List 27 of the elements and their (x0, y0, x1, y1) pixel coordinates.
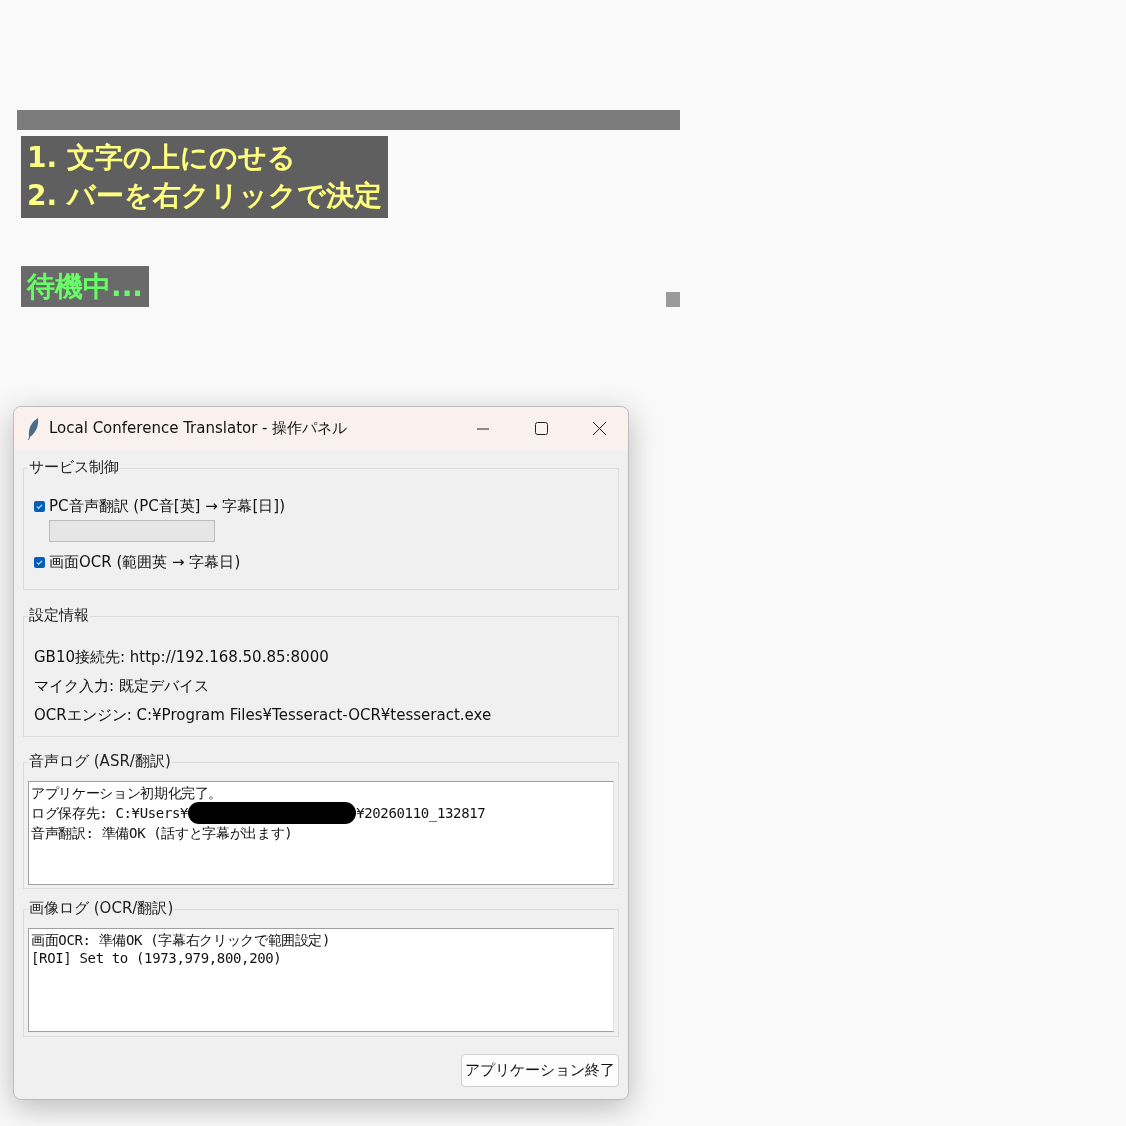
instruction-text: 1. 文字の上にのせる (27, 140, 297, 176)
status-label: 待機中... (21, 266, 149, 307)
window-title: Local Conference Translator - 操作パネル (49, 418, 348, 440)
group-title: 設定情報 (28, 605, 90, 625)
setting-text: マイク入力: 既定デバイス (34, 676, 210, 697)
log-line: [ROI] Set to (1973,979,800,200) (31, 949, 282, 967)
group-title: サービス制御 (28, 457, 120, 477)
exit-button[interactable]: アプリケーション終了 (461, 1054, 619, 1087)
instruction-text: 2. バーを右クリックで決定 (27, 178, 382, 214)
group-title: 画像ログ (OCR/翻訳) (28, 898, 175, 918)
setting-text: OCRエンジン: C:¥Program Files¥Tesseract-OCR¥tesseract.exe (34, 705, 493, 726)
feather-icon (26, 416, 40, 441)
log-line: 音声翻訳: 準備OK (話すと字幕が出ます) (31, 824, 293, 842)
log-line: ログ保存先: C:¥Users¥ (31, 804, 189, 822)
checkbox-label: PC音声翻訳 (PC音[英] → 字幕[日]) (49, 496, 286, 516)
log-text-area[interactable]: 画面OCR: 準備OK (字幕右クリックで範囲設定) [ROI] Set to (1973,979,800,200) (28, 928, 614, 1032)
drag-bar[interactable] (17, 110, 680, 130)
log-text-area[interactable]: アプリケーション初期化完了。 ログ保存先: C:¥Users¥ ¥20260110_132817 音声翻訳: 準備OK (話すと字幕が出ます) (28, 781, 614, 885)
group-title: 音声ログ (ASR/翻訳) (28, 751, 172, 771)
resize-handle[interactable] (666, 292, 680, 307)
checkbox[interactable] (34, 556, 45, 568)
log-line: ¥20260110_132817 (356, 804, 486, 822)
log-line: 画面OCR: 準備OK (字幕右クリックで範囲設定) (31, 931, 331, 949)
checkbox[interactable] (34, 500, 45, 512)
log-line: アプリケーション初期化完了。 (31, 784, 223, 802)
setting-text: GB10接続先: http://192.168.50.85:8000 (34, 647, 330, 668)
checkbox-label: 画面OCR (範囲英 → 字幕日) (49, 552, 241, 572)
